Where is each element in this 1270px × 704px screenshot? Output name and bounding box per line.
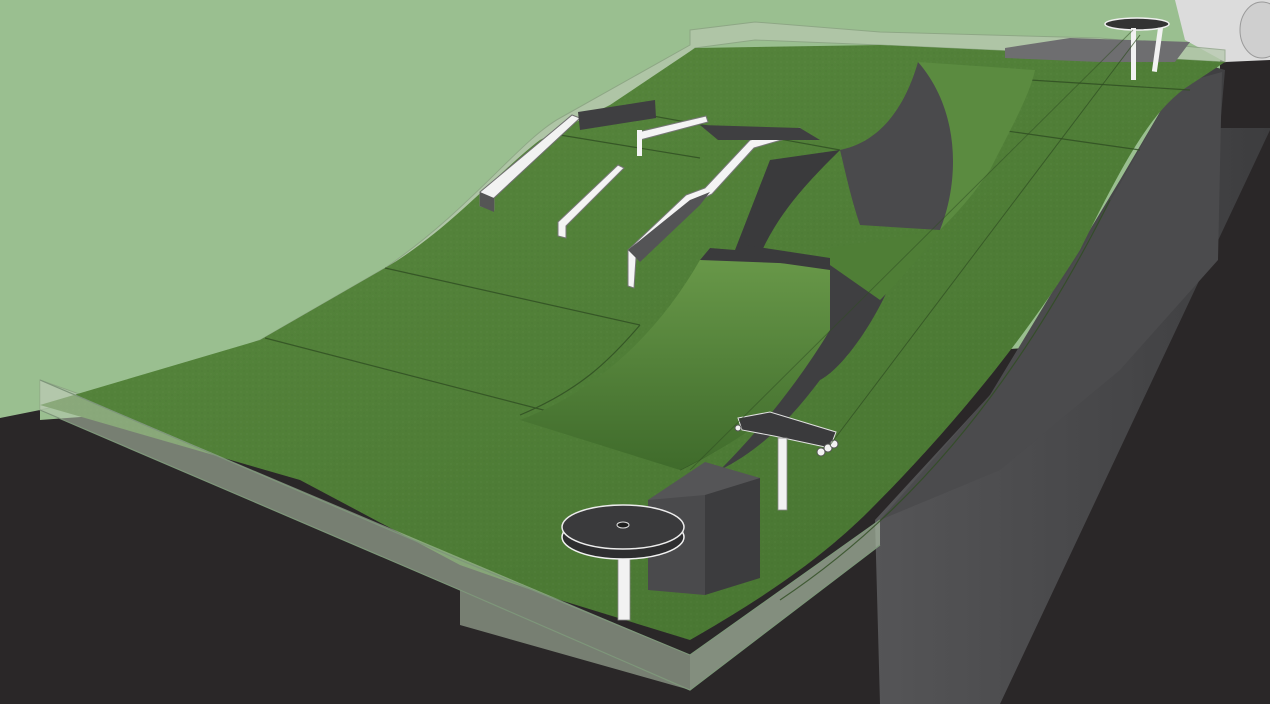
lift-post-top-1 — [1131, 28, 1136, 80]
sheave-4 — [734, 424, 742, 432]
rail-short-top-post — [637, 130, 642, 156]
bullwheel-hub — [616, 521, 630, 529]
model-viewport — [0, 0, 1270, 704]
lift-tower-pole — [777, 437, 788, 511]
sketchup-ski-slope-model — [0, 0, 1270, 704]
